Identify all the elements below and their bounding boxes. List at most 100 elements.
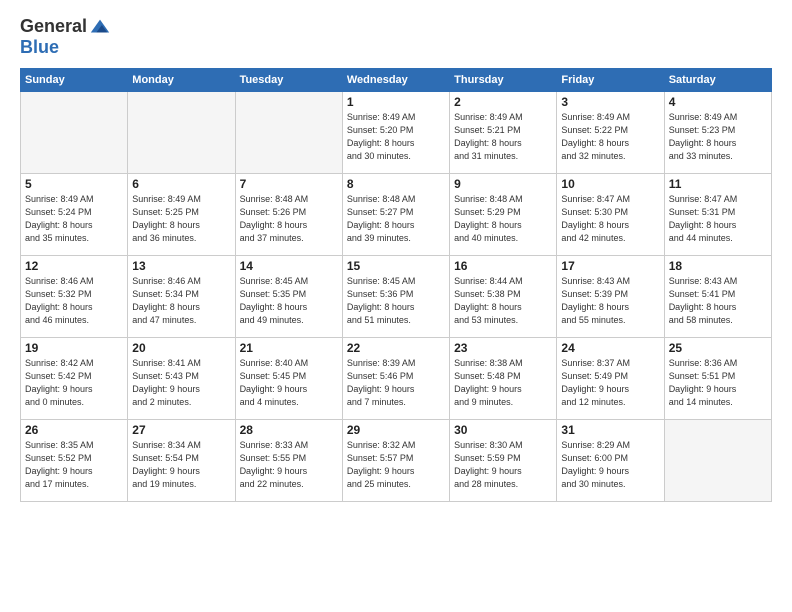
day-number: 15 <box>347 259 445 273</box>
day-info: Sunrise: 8:49 AMSunset: 5:23 PMDaylight:… <box>669 111 767 163</box>
calendar-cell: 30 Sunrise: 8:30 AMSunset: 5:59 PMDayligh… <box>450 419 557 501</box>
day-info: Sunrise: 8:48 AMSunset: 5:29 PMDaylight:… <box>454 193 552 245</box>
weekday-header-saturday: Saturday <box>664 68 771 91</box>
day-number: 25 <box>669 341 767 355</box>
calendar-week-row: 1Sunrise: 8:49 AMSunset: 5:20 PMDaylight… <box>21 91 772 173</box>
day-number: 10 <box>561 177 659 191</box>
day-number: 4 <box>669 95 767 109</box>
day-number: 27 <box>132 423 230 437</box>
day-number: 7 <box>240 177 338 191</box>
calendar-cell: 22 Sunrise: 8:39 AMSunset: 5:46 PMDayligh… <box>342 337 449 419</box>
day-number: 30 <box>454 423 552 437</box>
calendar-cell: 13Sunrise: 8:46 AMSunset: 5:34 PMDayligh… <box>128 255 235 337</box>
day-info: Sunrise: 8:45 AMSunset: 5:36 PMDaylight:… <box>347 275 445 327</box>
page: General Blue SundayMondayTuesdayWednesda… <box>0 0 792 612</box>
day-info: Sunrise: 8:39 AMSunset: 5:46 PMDaylight:… <box>347 357 445 409</box>
day-number: 19 <box>25 341 123 355</box>
logo-blue-text: Blue <box>20 38 111 58</box>
calendar-cell: 10 Sunrise: 8:47 AMSunset: 5:30 PMDayligh… <box>557 173 664 255</box>
day-number: 8 <box>347 177 445 191</box>
calendar-week-row: 19 Sunrise: 8:42 AMSunset: 5:42 PMDayligh… <box>21 337 772 419</box>
calendar-cell: 15 Sunrise: 8:45 AMSunset: 5:36 PMDayligh… <box>342 255 449 337</box>
day-number: 21 <box>240 341 338 355</box>
calendar-cell: 20 Sunrise: 8:41 AMSunset: 5:43 PMDayligh… <box>128 337 235 419</box>
day-number: 9 <box>454 177 552 191</box>
calendar-cell <box>235 91 342 173</box>
day-number: 26 <box>25 423 123 437</box>
day-info: Sunrise: 8:43 AMSunset: 5:39 PMDaylight:… <box>561 275 659 327</box>
logo-general-text: General <box>20 17 87 37</box>
day-info: Sunrise: 8:44 AMSunset: 5:38 PMDaylight:… <box>454 275 552 327</box>
day-info: Sunrise: 8:46 AMSunset: 5:34 PMDaylight:… <box>132 275 230 327</box>
day-number: 23 <box>454 341 552 355</box>
calendar-cell: 12 Sunrise: 8:46 AMSunset: 5:32 PMDayligh… <box>21 255 128 337</box>
day-info: Sunrise: 8:33 AMSunset: 5:55 PMDaylight:… <box>240 439 338 491</box>
header: General Blue <box>20 16 772 58</box>
calendar-cell: 26 Sunrise: 8:35 AMSunset: 5:52 PMDayligh… <box>21 419 128 501</box>
calendar-week-row: 12 Sunrise: 8:46 AMSunset: 5:32 PMDayligh… <box>21 255 772 337</box>
calendar-cell: 6Sunrise: 8:49 AMSunset: 5:25 PMDaylight… <box>128 173 235 255</box>
weekday-header-thursday: Thursday <box>450 68 557 91</box>
calendar-cell <box>21 91 128 173</box>
day-number: 20 <box>132 341 230 355</box>
day-info: Sunrise: 8:49 AMSunset: 5:25 PMDaylight:… <box>132 193 230 245</box>
calendar-cell: 27 Sunrise: 8:34 AMSunset: 5:54 PMDayligh… <box>128 419 235 501</box>
day-number: 3 <box>561 95 659 109</box>
calendar-cell: 5Sunrise: 8:49 AMSunset: 5:24 PMDaylight… <box>21 173 128 255</box>
calendar-cell: 14 Sunrise: 8:45 AMSunset: 5:35 PMDayligh… <box>235 255 342 337</box>
weekday-header-sunday: Sunday <box>21 68 128 91</box>
day-number: 14 <box>240 259 338 273</box>
day-number: 17 <box>561 259 659 273</box>
weekday-header-monday: Monday <box>128 68 235 91</box>
day-info: Sunrise: 8:46 AMSunset: 5:32 PMDaylight:… <box>25 275 123 327</box>
calendar-week-row: 26 Sunrise: 8:35 AMSunset: 5:52 PMDayligh… <box>21 419 772 501</box>
day-info: Sunrise: 8:41 AMSunset: 5:43 PMDaylight:… <box>132 357 230 409</box>
calendar-cell: 23Sunrise: 8:38 AMSunset: 5:48 PMDayligh… <box>450 337 557 419</box>
day-number: 12 <box>25 259 123 273</box>
day-info: Sunrise: 8:43 AMSunset: 5:41 PMDaylight:… <box>669 275 767 327</box>
day-number: 16 <box>454 259 552 273</box>
calendar-cell: 24Sunrise: 8:37 AMSunset: 5:49 PMDayligh… <box>557 337 664 419</box>
calendar-cell: 28 Sunrise: 8:33 AMSunset: 5:55 PMDayligh… <box>235 419 342 501</box>
day-number: 11 <box>669 177 767 191</box>
calendar-cell: 3 Sunrise: 8:49 AMSunset: 5:22 PMDaylight… <box>557 91 664 173</box>
weekday-header-tuesday: Tuesday <box>235 68 342 91</box>
calendar-cell: 16 Sunrise: 8:44 AMSunset: 5:38 PMDayligh… <box>450 255 557 337</box>
calendar-cell <box>664 419 771 501</box>
day-info: Sunrise: 8:49 AMSunset: 5:22 PMDaylight:… <box>561 111 659 163</box>
day-info: Sunrise: 8:45 AMSunset: 5:35 PMDaylight:… <box>240 275 338 327</box>
calendar-cell: 31Sunrise: 8:29 AMSunset: 6:00 PMDayligh… <box>557 419 664 501</box>
calendar-table: SundayMondayTuesdayWednesdayThursdayFrid… <box>20 68 772 502</box>
calendar-cell: 17 Sunrise: 8:43 AMSunset: 5:39 PMDayligh… <box>557 255 664 337</box>
day-info: Sunrise: 8:40 AMSunset: 5:45 PMDaylight:… <box>240 357 338 409</box>
day-info: Sunrise: 8:47 AMSunset: 5:31 PMDaylight:… <box>669 193 767 245</box>
day-number: 18 <box>669 259 767 273</box>
day-number: 28 <box>240 423 338 437</box>
day-info: Sunrise: 8:49 AMSunset: 5:20 PMDaylight:… <box>347 111 445 163</box>
weekday-header-friday: Friday <box>557 68 664 91</box>
calendar-week-row: 5Sunrise: 8:49 AMSunset: 5:24 PMDaylight… <box>21 173 772 255</box>
day-info: Sunrise: 8:30 AMSunset: 5:59 PMDaylight:… <box>454 439 552 491</box>
day-info: Sunrise: 8:36 AMSunset: 5:51 PMDaylight:… <box>669 357 767 409</box>
calendar-cell: 18 Sunrise: 8:43 AMSunset: 5:41 PMDayligh… <box>664 255 771 337</box>
weekday-header-wednesday: Wednesday <box>342 68 449 91</box>
day-number: 2 <box>454 95 552 109</box>
calendar-cell: 11 Sunrise: 8:47 AMSunset: 5:31 PMDayligh… <box>664 173 771 255</box>
day-info: Sunrise: 8:35 AMSunset: 5:52 PMDaylight:… <box>25 439 123 491</box>
logo: General Blue <box>20 16 111 58</box>
day-info: Sunrise: 8:47 AMSunset: 5:30 PMDaylight:… <box>561 193 659 245</box>
calendar-cell: 4 Sunrise: 8:49 AMSunset: 5:23 PMDaylight… <box>664 91 771 173</box>
day-info: Sunrise: 8:34 AMSunset: 5:54 PMDaylight:… <box>132 439 230 491</box>
day-number: 29 <box>347 423 445 437</box>
calendar-cell: 19 Sunrise: 8:42 AMSunset: 5:42 PMDayligh… <box>21 337 128 419</box>
calendar-cell: 1Sunrise: 8:49 AMSunset: 5:20 PMDaylight… <box>342 91 449 173</box>
calendar-cell: 9 Sunrise: 8:48 AMSunset: 5:29 PMDaylight… <box>450 173 557 255</box>
day-info: Sunrise: 8:32 AMSunset: 5:57 PMDaylight:… <box>347 439 445 491</box>
day-info: Sunrise: 8:42 AMSunset: 5:42 PMDaylight:… <box>25 357 123 409</box>
day-number: 22 <box>347 341 445 355</box>
day-info: Sunrise: 8:49 AMSunset: 5:21 PMDaylight:… <box>454 111 552 163</box>
weekday-header-row: SundayMondayTuesdayWednesdayThursdayFrid… <box>21 68 772 91</box>
calendar-cell: 21 Sunrise: 8:40 AMSunset: 5:45 PMDayligh… <box>235 337 342 419</box>
calendar-cell <box>128 91 235 173</box>
day-info: Sunrise: 8:48 AMSunset: 5:27 PMDaylight:… <box>347 193 445 245</box>
